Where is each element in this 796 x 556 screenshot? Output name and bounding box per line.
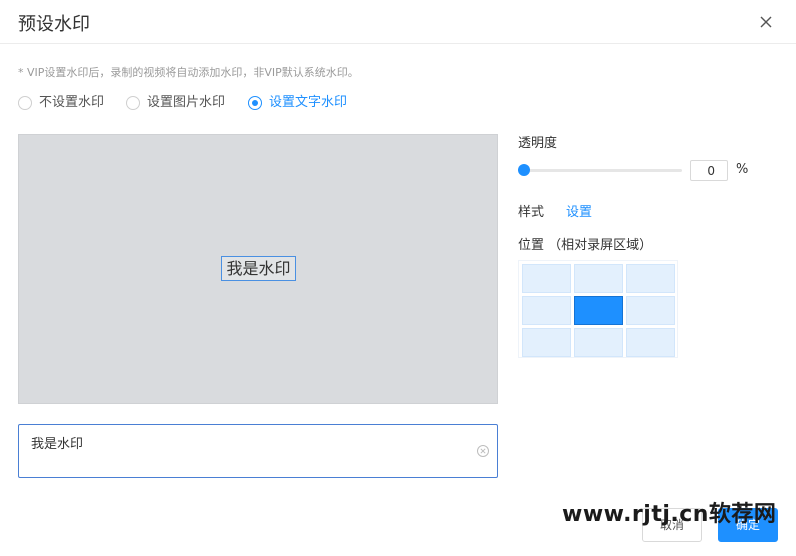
opacity-slider-handle[interactable] bbox=[518, 164, 530, 176]
radio-text-watermark[interactable]: 设置文字水印 bbox=[248, 94, 372, 112]
radio-label: 设置图片水印 bbox=[147, 95, 226, 110]
style-label: 样式 bbox=[518, 205, 545, 220]
position-cell[interactable] bbox=[626, 328, 675, 357]
opacity-input[interactable] bbox=[690, 160, 728, 181]
preview-watermark-text[interactable]: 我是水印 bbox=[221, 256, 296, 281]
percent-unit: % bbox=[736, 162, 749, 177]
watermark-dialog: 预设水印 * VIP设置水印后，录制的视频将自动添加水印，非VIP默认系统水印。… bbox=[0, 0, 796, 556]
radio-dot bbox=[248, 96, 262, 110]
radio-label: 设置文字水印 bbox=[269, 95, 348, 110]
position-cell[interactable] bbox=[574, 296, 623, 325]
dialog-title: 预设水印 bbox=[18, 14, 90, 35]
position-cell[interactable] bbox=[626, 264, 675, 293]
radio-no-watermark[interactable]: 不设置水印 bbox=[18, 94, 114, 112]
watermark-preview: 我是水印 bbox=[18, 134, 498, 404]
watermark-text-field[interactable] bbox=[18, 424, 498, 478]
position-cell[interactable] bbox=[522, 296, 571, 325]
clear-icon[interactable] bbox=[475, 443, 491, 459]
site-watermark: www.rjtj.cn软荐网 bbox=[562, 502, 777, 527]
position-cell[interactable] bbox=[522, 328, 571, 357]
close-icon bbox=[760, 16, 772, 28]
radio-dot bbox=[126, 96, 140, 110]
vip-notice: * VIP设置水印后，录制的视频将自动添加水印，非VIP默认系统水印。 bbox=[18, 66, 359, 79]
position-cell[interactable] bbox=[574, 328, 623, 357]
watermark-text-input[interactable] bbox=[31, 433, 471, 451]
style-settings-link[interactable]: 设置 bbox=[566, 201, 592, 220]
position-cell[interactable] bbox=[574, 264, 623, 293]
opacity-label: 透明度 bbox=[518, 136, 558, 151]
radio-dot bbox=[18, 96, 32, 110]
radio-label: 不设置水印 bbox=[39, 95, 105, 110]
position-cell[interactable] bbox=[626, 296, 675, 325]
dialog-header: 预设水印 bbox=[0, 0, 796, 44]
position-cell[interactable] bbox=[522, 264, 571, 293]
close-button[interactable] bbox=[756, 12, 776, 32]
position-label: 位置 （相对录屏区域） bbox=[518, 238, 653, 253]
radio-image-watermark[interactable]: 设置图片水印 bbox=[126, 94, 236, 112]
opacity-slider-track[interactable] bbox=[518, 169, 682, 172]
position-grid bbox=[518, 260, 678, 358]
